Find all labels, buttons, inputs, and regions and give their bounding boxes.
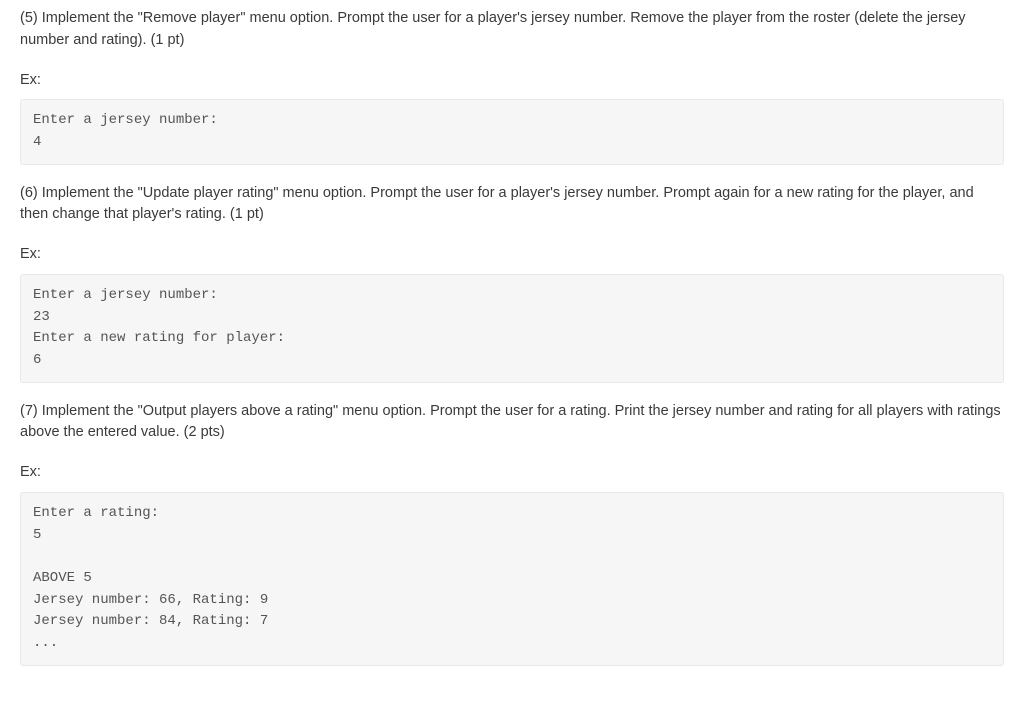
example-label-6: Ex: bbox=[20, 244, 1004, 266]
example-label-7: Ex: bbox=[20, 462, 1004, 484]
instruction-paragraph-6: (6) Implement the "Update player rating"… bbox=[20, 183, 1004, 227]
instruction-paragraph-7: (7) Implement the "Output players above … bbox=[20, 401, 1004, 445]
code-block-5: Enter a jersey number: 4 bbox=[20, 99, 1004, 164]
code-block-6: Enter a jersey number: 23 Enter a new ra… bbox=[20, 274, 1004, 383]
document-content: (5) Implement the "Remove player" menu o… bbox=[20, 8, 1004, 666]
code-block-7: Enter a rating: 5 ABOVE 5 Jersey number:… bbox=[20, 492, 1004, 666]
example-label-5: Ex: bbox=[20, 70, 1004, 92]
instruction-paragraph-5: (5) Implement the "Remove player" menu o… bbox=[20, 8, 1004, 52]
